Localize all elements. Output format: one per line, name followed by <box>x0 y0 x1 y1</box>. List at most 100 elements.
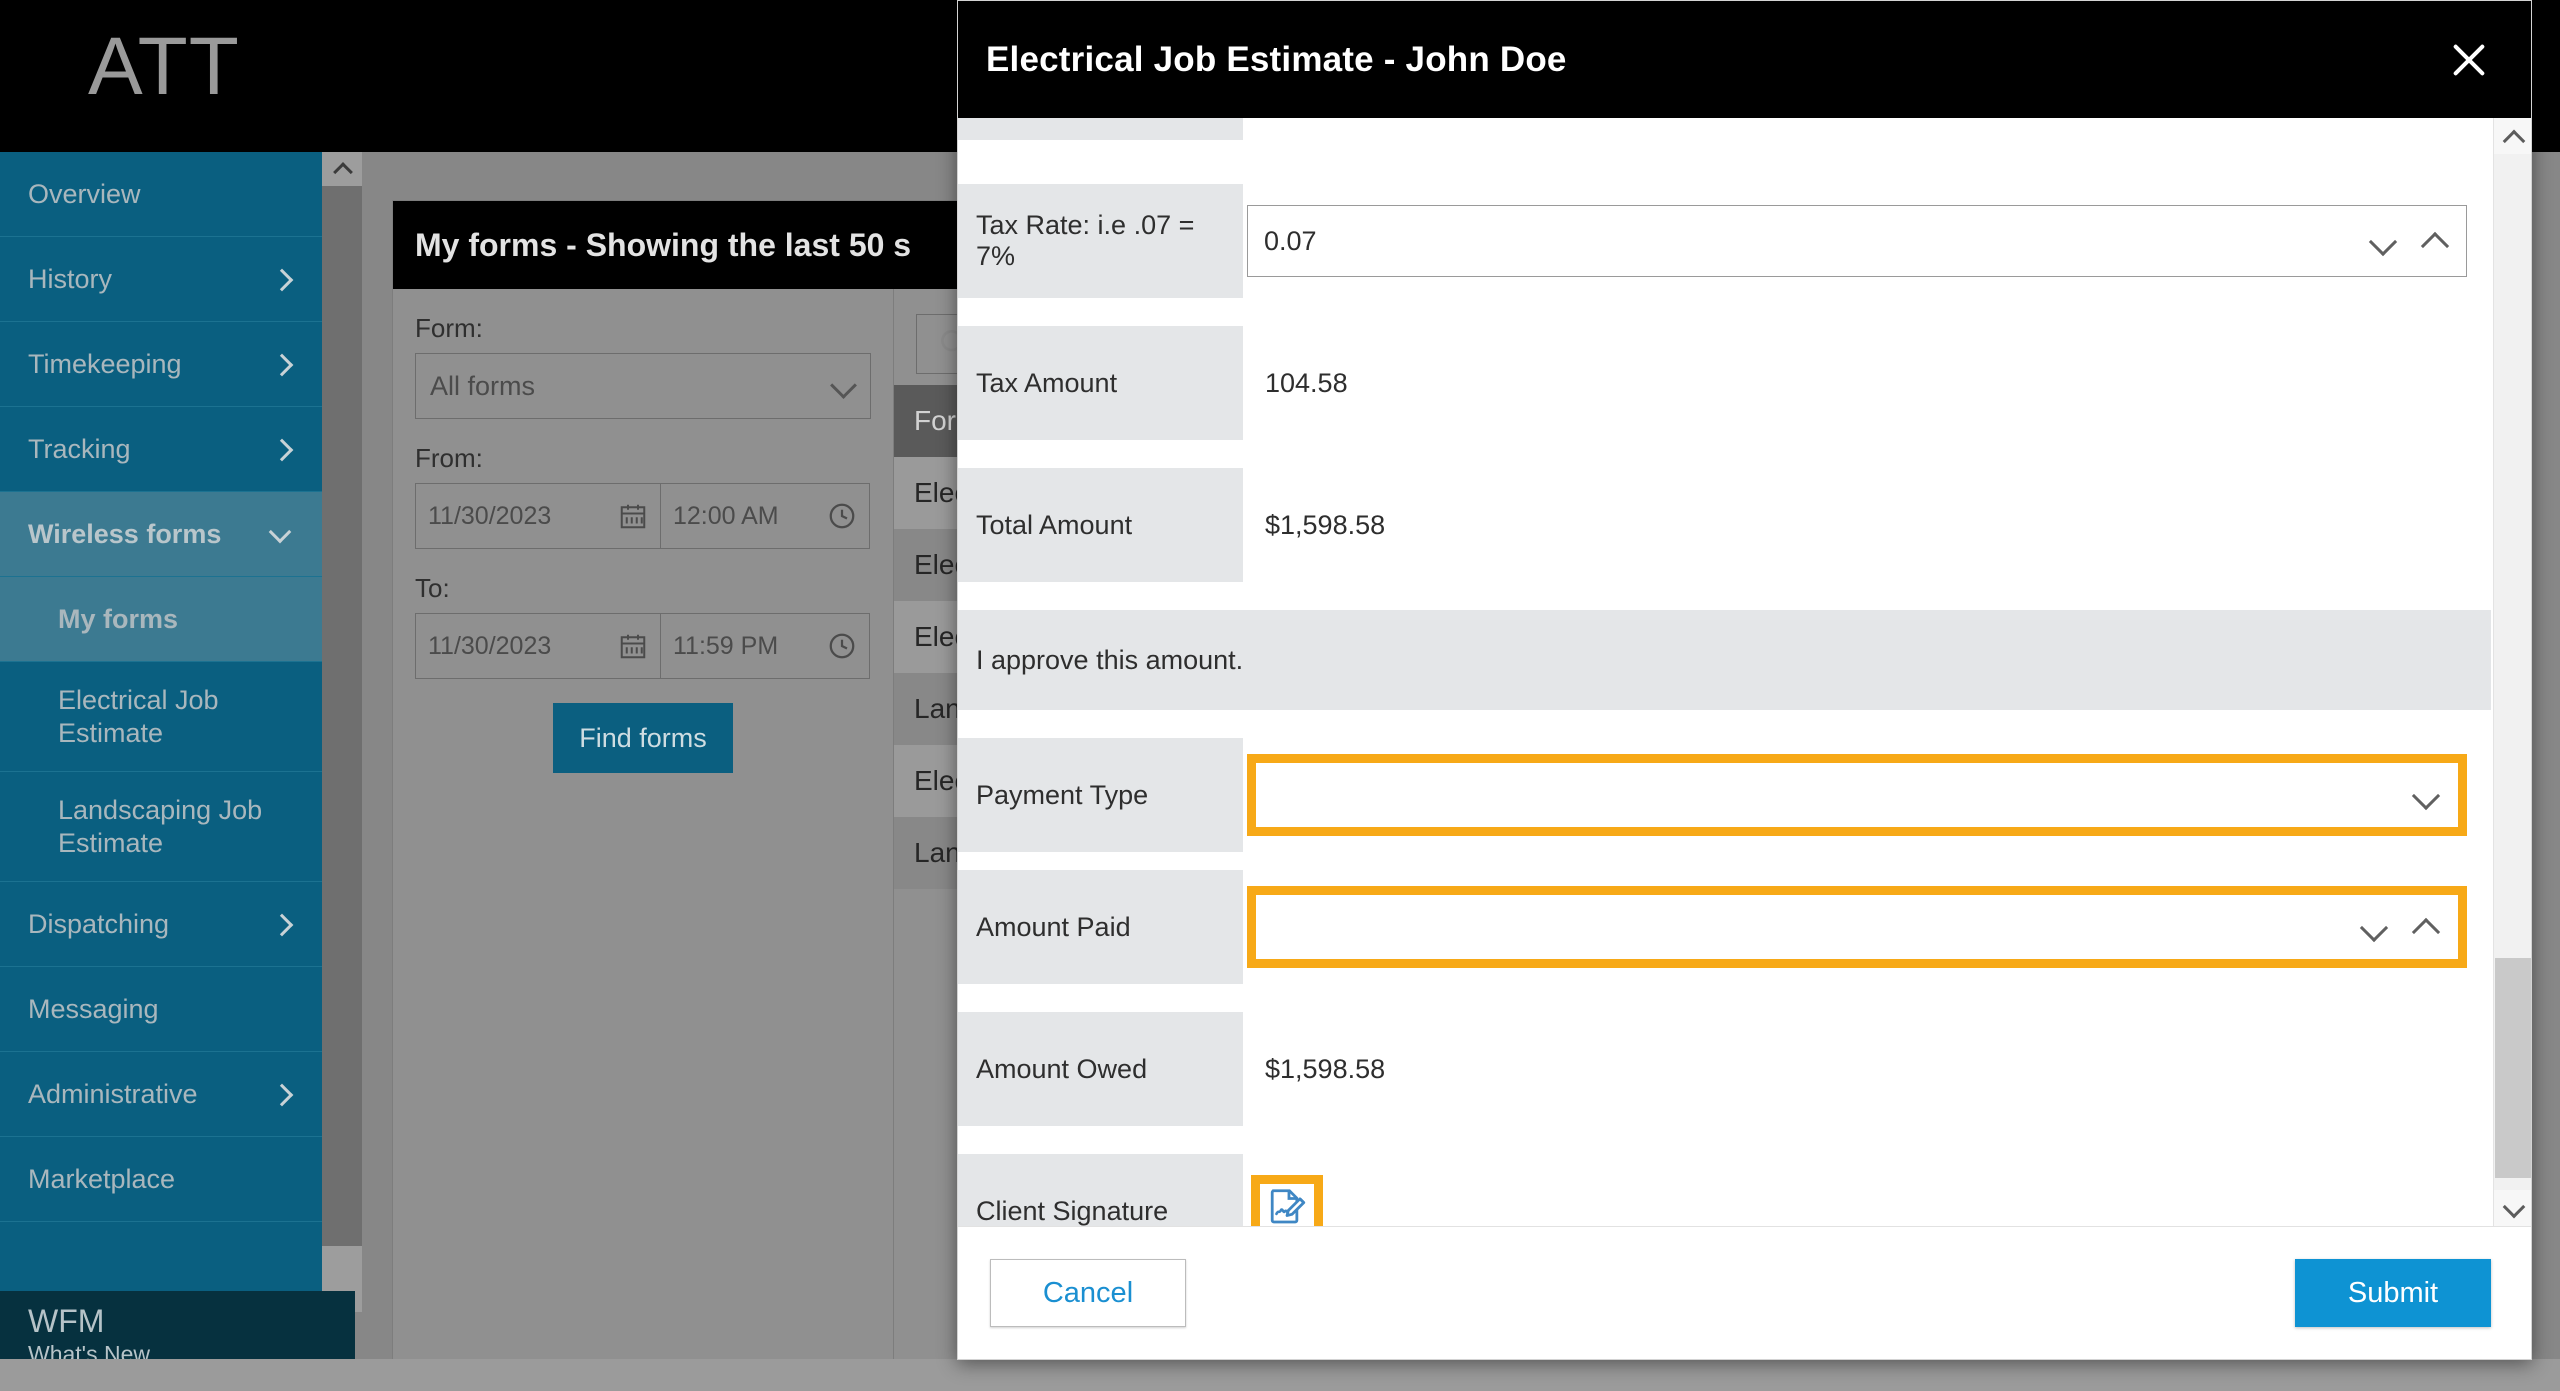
sidebar-item-administrative[interactable]: Administrative <box>0 1052 322 1137</box>
sidebar-item-overview[interactable]: Overview <box>0 152 322 237</box>
total-amount-value: $1,598.58 <box>1265 509 1386 540</box>
sidebar-item-tracking[interactable]: Tracking <box>0 407 322 492</box>
from-datetime-row: 11/30/2023 12:00 AM <box>415 483 871 549</box>
chevron-down-icon <box>834 376 852 394</box>
calendar-icon <box>618 501 648 531</box>
modal-body: Tax Rate: i.e .07 = 7% 0.07 Tax Amount 1… <box>958 118 2531 1227</box>
close-icon[interactable] <box>2447 38 2491 82</box>
field-value-cell <box>1243 738 2491 852</box>
chevron-up-icon[interactable] <box>2413 914 2439 940</box>
sidebar-item-dispatching[interactable]: Dispatching <box>0 882 322 967</box>
from-date-input[interactable]: 11/30/2023 <box>415 483 660 549</box>
chevron-down-icon[interactable] <box>2413 782 2439 808</box>
amount-owed-value: $1,598.58 <box>1265 1053 1386 1084</box>
amount-paid-stepper <box>2361 896 2439 958</box>
chevron-up-icon[interactable] <box>2422 228 2448 254</box>
page-bottom-shade <box>0 1359 2560 1391</box>
tax-rate-stepper <box>2370 206 2448 276</box>
modal-scrollbar-thumb[interactable] <box>2495 958 2531 1178</box>
sidebar-item-wireless-forms[interactable]: Wireless forms <box>0 492 322 577</box>
form-row-tax-rate: Tax Rate: i.e .07 = 7% 0.07 <box>958 184 2491 298</box>
field-label: Tax Rate: i.e .07 = 7% <box>958 184 1243 298</box>
to-date-input[interactable]: 11/30/2023 <box>415 613 660 679</box>
sidebar-item-my-forms[interactable]: My forms <box>0 577 322 662</box>
cancel-button[interactable]: Cancel <box>990 1259 1186 1327</box>
sidebar-scrollbar[interactable] <box>322 152 362 1312</box>
sidebar-item-label: Tracking <box>28 433 131 464</box>
payment-type-caret-group <box>2413 764 2439 826</box>
modal-header: Electrical Job Estimate - John Doe <box>958 1 2531 118</box>
sidebar-item-label: Wireless forms <box>28 518 222 549</box>
sidebar-item-electrical-job-estimate[interactable]: Electrical Job Estimate <box>0 662 322 772</box>
amount-paid-input[interactable] <box>1256 895 2458 959</box>
payment-type-select[interactable] <box>1256 763 2458 827</box>
form-row-payment-type: Payment Type <box>958 738 2491 852</box>
sidebar-item-label: Messaging <box>28 993 159 1024</box>
chevron-down-icon <box>272 523 294 545</box>
sidebar-item-label: History <box>28 263 113 294</box>
sidebar-scrollbar-thumb[interactable] <box>322 186 362 1246</box>
sidebar-item-history[interactable]: History <box>0 237 322 322</box>
sidebar-item-landscaping-job-estimate[interactable]: Landscaping Job Estimate <box>0 772 322 882</box>
to-time-value: 11:59 PM <box>673 631 779 660</box>
tax-rate-input[interactable]: 0.07 <box>1247 205 2467 277</box>
chevron-right-icon <box>272 268 294 290</box>
forms-filter-column: Form: All forms From: 11/30/2023 12:00 A… <box>393 289 893 1359</box>
chevron-down-icon[interactable] <box>2370 228 2396 254</box>
sidebar-item-marketplace[interactable]: Marketplace <box>0 1137 322 1222</box>
form-filter-label: Form: <box>415 313 483 343</box>
chevron-right-icon <box>272 1083 294 1105</box>
chevron-down-icon[interactable] <box>2361 914 2387 940</box>
clock-icon <box>827 631 857 661</box>
sidebar-item-label: Landscaping Job Estimate <box>58 795 263 858</box>
chevron-right-icon <box>272 438 294 460</box>
chevron-right-icon <box>272 913 294 935</box>
brand-logo: ATT <box>88 21 240 112</box>
previous-row-stub <box>958 118 1243 140</box>
calendar-icon <box>618 631 648 661</box>
amount-paid-highlight <box>1247 886 2467 968</box>
chevron-right-icon <box>272 353 294 375</box>
sidebar-footer-title: WFM <box>28 1303 105 1339</box>
from-filter-label: From: <box>415 443 483 473</box>
sidebar-item-label: Timekeeping <box>28 348 182 379</box>
modal-scrollbar[interactable] <box>2493 118 2531 1226</box>
signature-icon <box>1264 1185 1310 1227</box>
field-label: Tax Amount <box>958 326 1243 440</box>
to-time-input[interactable]: 11:59 PM <box>660 613 870 679</box>
to-datetime-row: 11/30/2023 11:59 PM <box>415 613 871 679</box>
sidebar-item-label: Dispatching <box>28 908 170 939</box>
sidebar-item-label: Administrative <box>28 1078 198 1109</box>
field-value-cell <box>1243 870 2491 984</box>
sidebar-item-label: My forms <box>58 603 179 634</box>
scroll-up-arrow-icon[interactable] <box>322 152 362 186</box>
find-forms-button[interactable]: Find forms <box>553 703 733 773</box>
sidebar-item-timekeeping[interactable]: Timekeeping <box>0 322 322 407</box>
approval-statement-text: I approve this amount. <box>958 610 2491 710</box>
form-row-total-amount: Total Amount $1,598.58 <box>958 468 2491 582</box>
form-filter-select[interactable]: All forms <box>415 353 871 419</box>
tax-amount-value: 104.58 <box>1265 367 1348 398</box>
signature-button-highlight[interactable] <box>1251 1175 1323 1227</box>
form-filter-value: All forms <box>430 370 536 401</box>
field-label: Total Amount <box>958 468 1243 582</box>
sidebar-item-label: Overview <box>28 178 141 209</box>
sidebar: Overview History Timekeeping Tracking Wi… <box>0 152 322 1391</box>
form-row-amount-paid: Amount Paid <box>958 870 2491 984</box>
clock-icon <box>827 501 857 531</box>
field-value-cell: 0.07 <box>1243 184 2491 298</box>
sidebar-item-label: Marketplace <box>28 1163 176 1194</box>
submit-button[interactable]: Submit <box>2295 1259 2491 1327</box>
modal-scroll-down-arrow-icon[interactable] <box>2494 1190 2531 1226</box>
from-date-value: 11/30/2023 <box>428 501 552 530</box>
sidebar-item-messaging[interactable]: Messaging <box>0 967 322 1052</box>
modal-scroll-up-arrow-icon[interactable] <box>2494 118 2531 154</box>
electrical-job-estimate-modal: Electrical Job Estimate - John Doe Tax R… <box>957 0 2532 1360</box>
tax-rate-input-wrap: 0.07 <box>1247 205 2491 277</box>
tax-rate-value: 0.07 <box>1264 225 1317 256</box>
from-time-input[interactable]: 12:00 AM <box>660 483 870 549</box>
form-row-approval-statement: I approve this amount. <box>958 610 2491 710</box>
modal-title: Electrical Job Estimate - John Doe <box>986 39 1567 79</box>
field-label: Amount Owed <box>958 1012 1243 1126</box>
form-row-client-signature: Client Signature <box>958 1154 2491 1227</box>
